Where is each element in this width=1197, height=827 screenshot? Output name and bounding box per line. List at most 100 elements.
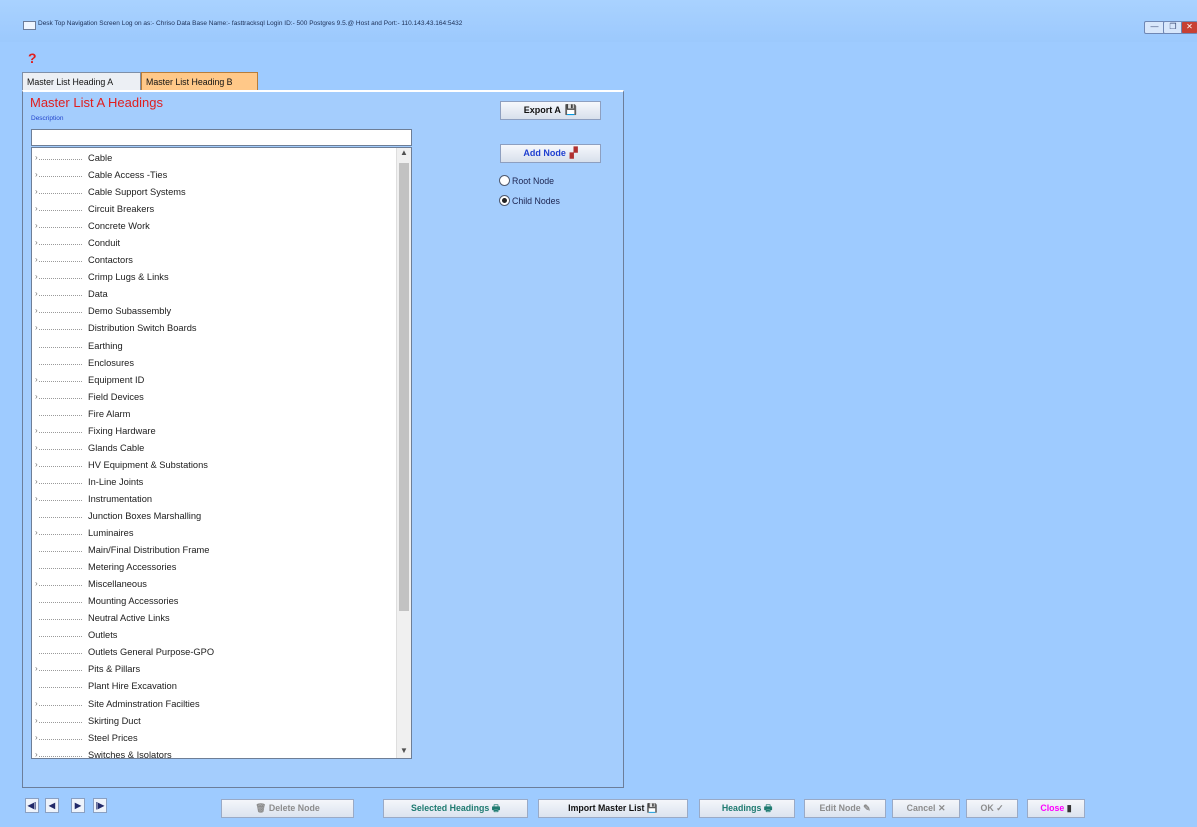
tree-item[interactable]: Plant Hire Excavation bbox=[32, 679, 397, 696]
tree-item[interactable]: Mounting Accessories bbox=[32, 594, 397, 611]
tree-item[interactable]: › Site Adminstration Facilties bbox=[32, 697, 397, 714]
tree-connector-line bbox=[39, 516, 82, 518]
cancel-button[interactable]: Cancel ✕ bbox=[892, 799, 960, 818]
tree-item[interactable]: › Luminaires bbox=[32, 526, 397, 543]
expand-chevron-icon[interactable]: › bbox=[35, 221, 38, 230]
expand-chevron-icon[interactable]: › bbox=[35, 460, 38, 469]
tree-item[interactable]: Metering Accessories bbox=[32, 560, 397, 577]
tree-item[interactable]: › Glands Cable bbox=[32, 441, 397, 458]
expand-chevron-icon[interactable]: › bbox=[35, 204, 38, 213]
expand-chevron-icon[interactable]: › bbox=[35, 238, 38, 247]
selected-headings-button[interactable]: Selected Headings 🖶 bbox=[383, 799, 528, 818]
tree-item[interactable]: Enclosures bbox=[32, 356, 397, 373]
help-icon[interactable]: ? bbox=[28, 50, 37, 66]
tree-item[interactable]: Outlets bbox=[32, 628, 397, 645]
tree-item[interactable]: Main/Final Distribution Frame bbox=[32, 543, 397, 560]
tab-master-list-heading-a[interactable]: Master List Heading A bbox=[22, 72, 141, 91]
tree-item[interactable]: › Skirting Duct bbox=[32, 714, 397, 731]
exit-door-icon: ▮ bbox=[1066, 803, 1072, 813]
scroll-up-arrow-icon[interactable]: ▲ bbox=[397, 148, 411, 160]
tree-item[interactable]: Outlets General Purpose-GPO bbox=[32, 645, 397, 662]
expand-chevron-icon[interactable]: › bbox=[35, 664, 38, 673]
scroll-down-arrow-icon[interactable]: ▼ bbox=[397, 746, 411, 758]
tree-item[interactable]: › Cable bbox=[32, 151, 397, 168]
tree-item[interactable]: › Cable Support Systems bbox=[32, 185, 397, 202]
edit-node-button[interactable]: Edit Node ✎ bbox=[804, 799, 886, 818]
tree-item[interactable]: Neutral Active Links bbox=[32, 611, 397, 628]
tree-item[interactable]: › HV Equipment & Substations bbox=[32, 458, 397, 475]
child-nodes-radio-dot[interactable] bbox=[499, 195, 510, 206]
expand-chevron-icon[interactable]: › bbox=[35, 272, 38, 281]
root-node-radio[interactable]: Root Node bbox=[499, 175, 554, 186]
tree-item[interactable]: › Conduit bbox=[32, 236, 397, 253]
expand-chevron-icon[interactable]: › bbox=[35, 153, 38, 162]
tree-item[interactable]: › Fixing Hardware bbox=[32, 424, 397, 441]
tree-item[interactable]: › Switches & Isolators bbox=[32, 748, 397, 758]
headings-tree[interactable]: › Cable › Cable Access -Ties › Cable Support … bbox=[31, 147, 412, 759]
tree-item[interactable]: › Pits & Pillars bbox=[32, 662, 397, 679]
tree-item[interactable]: › Data bbox=[32, 287, 397, 304]
root-node-radio-dot[interactable] bbox=[499, 175, 510, 186]
tab-master-list-heading-b[interactable]: Master List Heading B bbox=[141, 72, 258, 91]
add-node-icon: ▞ bbox=[569, 148, 578, 159]
expand-chevron-icon[interactable]: › bbox=[35, 579, 38, 588]
tree-item[interactable]: › Cable Access -Ties bbox=[32, 168, 397, 185]
previous-record-icon[interactable]: ◀ bbox=[45, 798, 59, 813]
tree-item-label: Circuit Breakers bbox=[88, 204, 155, 215]
tree-item[interactable]: › Field Devices bbox=[32, 390, 397, 407]
expand-chevron-icon[interactable]: › bbox=[35, 289, 38, 298]
tree-item[interactable]: › Distribution Switch Boards bbox=[32, 321, 397, 338]
expand-chevron-icon[interactable]: › bbox=[35, 255, 38, 264]
tree-item[interactable]: › Miscellaneous bbox=[32, 577, 397, 594]
expand-chevron-icon[interactable]: › bbox=[35, 699, 38, 708]
expand-chevron-icon[interactable]: › bbox=[35, 733, 38, 742]
restore-button[interactable]: ❐ bbox=[1163, 21, 1183, 34]
scroll-thumb[interactable] bbox=[399, 163, 409, 611]
close-button[interactable]: Close ▮ bbox=[1027, 799, 1085, 818]
first-record-icon[interactable]: ◀| bbox=[25, 798, 39, 813]
tree-scrollbar[interactable]: ▲ ▼ bbox=[396, 148, 411, 758]
expand-chevron-icon[interactable]: › bbox=[35, 323, 38, 332]
tree-item[interactable]: Earthing bbox=[32, 339, 397, 356]
tree-item[interactable]: › Crimp Lugs & Links bbox=[32, 270, 397, 287]
expand-chevron-icon[interactable]: › bbox=[35, 716, 38, 725]
tree-item[interactable]: › Demo Subassembly bbox=[32, 304, 397, 321]
expand-chevron-icon[interactable]: › bbox=[35, 750, 38, 758]
expand-chevron-icon[interactable]: › bbox=[35, 528, 38, 537]
tree-item[interactable]: › Instrumentation bbox=[32, 492, 397, 509]
ok-button[interactable]: OK ✓ bbox=[966, 799, 1018, 818]
import-master-list-button[interactable]: Import Master List 💾 bbox=[538, 799, 688, 818]
child-nodes-radio[interactable]: Child Nodes bbox=[499, 195, 560, 206]
printer-icon: 🖶 bbox=[491, 803, 500, 813]
expand-chevron-icon[interactable]: › bbox=[35, 494, 38, 503]
tree-connector-line bbox=[39, 619, 82, 621]
expand-chevron-icon[interactable]: › bbox=[35, 187, 38, 196]
tree-connector-line bbox=[39, 551, 82, 553]
tree-item[interactable]: › Concrete Work bbox=[32, 219, 397, 236]
expand-chevron-icon[interactable]: › bbox=[35, 392, 38, 401]
expand-chevron-icon[interactable]: › bbox=[35, 170, 38, 179]
delete-node-button[interactable]: 🗑 Delete Node bbox=[221, 799, 354, 818]
tree-item[interactable]: › Steel Prices bbox=[32, 731, 397, 748]
tree-item[interactable]: Fire Alarm bbox=[32, 407, 397, 424]
minimize-button[interactable]: — bbox=[1144, 21, 1165, 34]
tree-connector-line bbox=[39, 585, 82, 587]
last-record-icon[interactable]: |▶ bbox=[93, 798, 107, 813]
expand-chevron-icon[interactable]: › bbox=[35, 477, 38, 486]
tree-item[interactable]: › Contactors bbox=[32, 253, 397, 270]
headings-button[interactable]: Headings 🖶 bbox=[699, 799, 795, 818]
tree-item[interactable]: › In-Line Joints bbox=[32, 475, 397, 492]
expand-chevron-icon[interactable]: › bbox=[35, 375, 38, 384]
tree-item[interactable]: › Equipment ID bbox=[32, 373, 397, 390]
window-close-button[interactable]: ✕ bbox=[1181, 21, 1197, 34]
export-a-button[interactable]: Export A 💾 bbox=[500, 101, 601, 120]
tree-item[interactable]: › Circuit Breakers bbox=[32, 202, 397, 219]
expand-chevron-icon[interactable]: › bbox=[35, 426, 38, 435]
tree-item-label: Fixing Hardware bbox=[88, 425, 156, 436]
description-input[interactable] bbox=[31, 129, 412, 146]
tree-item[interactable]: Junction Boxes Marshalling bbox=[32, 509, 397, 526]
next-record-icon[interactable]: ▶ bbox=[71, 798, 85, 813]
expand-chevron-icon[interactable]: › bbox=[35, 306, 38, 315]
add-node-button[interactable]: Add Node ▞ bbox=[500, 144, 601, 163]
expand-chevron-icon[interactable]: › bbox=[35, 443, 38, 452]
